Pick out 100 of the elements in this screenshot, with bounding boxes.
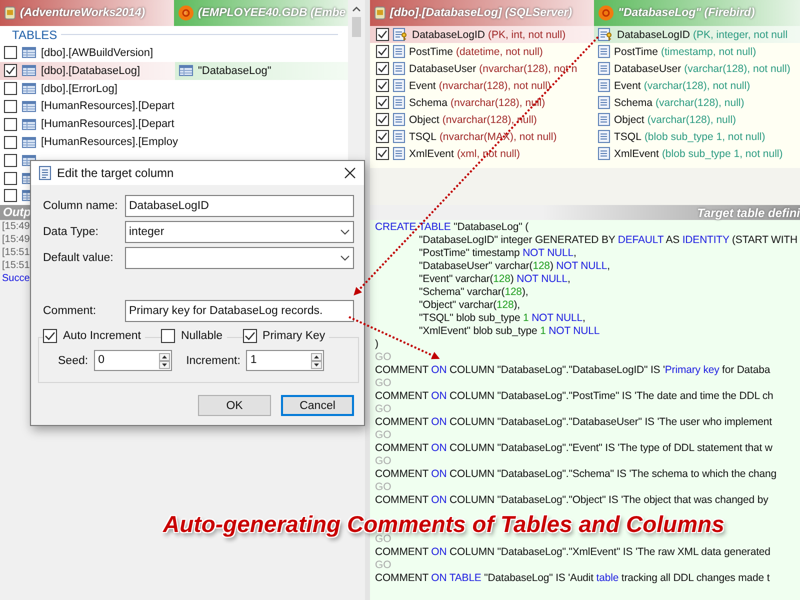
source-table-name[interactable]: [dbo].[ErrorLog] bbox=[41, 82, 118, 95]
checkbox[interactable] bbox=[376, 28, 389, 41]
code-line: "Object" varchar(128), bbox=[418, 299, 521, 312]
column-name[interactable]: Object bbox=[409, 114, 440, 126]
checkbox[interactable] bbox=[4, 100, 17, 113]
column-icon bbox=[598, 130, 610, 143]
column-name[interactable]: Schema bbox=[614, 96, 653, 108]
code-line: "XmlEvent" blob sub_type 1 NOT NULL bbox=[418, 325, 601, 338]
checkbox[interactable] bbox=[376, 113, 389, 126]
column-icon bbox=[393, 79, 405, 92]
code-line: "DatabaseLogID" integer GENERATED BY DEFAULT AS IDENTITY (START WITH bbox=[418, 234, 798, 247]
table-icon bbox=[22, 47, 36, 58]
column-type: (varchar(128), not null) bbox=[684, 62, 790, 74]
code-line: COMMENT ON COLUMN "DatabaseLog"."DatabaseUser" IS 'The user who implement bbox=[375, 416, 773, 429]
column-name[interactable]: DatabaseUser bbox=[409, 62, 476, 74]
column-icon bbox=[393, 147, 405, 160]
code-line: GO bbox=[375, 455, 392, 468]
ok-button[interactable]: OK bbox=[198, 395, 271, 416]
database-icon bbox=[374, 6, 386, 20]
column-name[interactable]: XmlEvent bbox=[614, 148, 659, 160]
column-icon bbox=[598, 62, 610, 75]
code-line: "Schema" varchar(128), bbox=[418, 286, 530, 299]
number-field[interactable]: 0 bbox=[94, 350, 172, 371]
column-name[interactable]: TSQL bbox=[409, 130, 436, 142]
dropdown-field[interactable] bbox=[125, 247, 354, 269]
column-name[interactable]: XmlEvent bbox=[409, 148, 454, 160]
code-line: CREATE TABLE "DatabaseLog" ( bbox=[375, 221, 530, 234]
checkbox[interactable] bbox=[376, 96, 389, 109]
source-table-name[interactable]: [HumanResources].[Depart bbox=[41, 100, 174, 112]
checkbox[interactable] bbox=[376, 62, 389, 75]
spin-down-icon[interactable] bbox=[311, 360, 322, 368]
checkbox[interactable] bbox=[242, 329, 257, 343]
code-line: GO bbox=[375, 403, 392, 416]
column-name[interactable]: Event bbox=[614, 80, 641, 92]
column-icon bbox=[393, 113, 405, 126]
dropdown-field[interactable]: integer bbox=[125, 221, 354, 243]
column-name[interactable]: PostTime bbox=[614, 46, 658, 58]
key-column-icon bbox=[598, 28, 613, 41]
checkbox[interactable] bbox=[376, 147, 389, 160]
checkbox[interactable] bbox=[160, 329, 175, 343]
checkbox[interactable] bbox=[376, 79, 389, 92]
column-name[interactable]: Object bbox=[614, 114, 644, 126]
checkbox[interactable] bbox=[376, 45, 389, 58]
chevron-down-icon bbox=[340, 229, 350, 235]
checkbox[interactable] bbox=[43, 329, 57, 343]
column-name[interactable]: DatabaseLogID bbox=[617, 28, 690, 40]
checkbox[interactable] bbox=[4, 118, 17, 131]
pane-header: [dbo].[DatabaseLog] (SQLServer) bbox=[370, 0, 594, 26]
column-name[interactable]: Event bbox=[409, 80, 436, 92]
column-icon bbox=[393, 62, 405, 75]
comment-field[interactable]: Primary key for DatabaseLog records. bbox=[125, 300, 354, 322]
column-icon bbox=[393, 96, 405, 109]
number-field[interactable]: 1 bbox=[246, 350, 324, 371]
text-field[interactable]: DatabaseLogID bbox=[125, 195, 354, 217]
column-icon bbox=[393, 45, 405, 58]
column-name[interactable]: PostTime bbox=[409, 46, 453, 58]
source-table-name[interactable]: [HumanResources].[Employ bbox=[41, 136, 178, 148]
checkbox[interactable] bbox=[4, 82, 17, 96]
round-logo-icon bbox=[178, 4, 194, 21]
database-icon bbox=[4, 6, 16, 20]
spin-up-icon[interactable] bbox=[159, 352, 170, 360]
scroll-up-icon[interactable] bbox=[352, 6, 361, 12]
code-line: COMMENT ON TABLE "DatabaseLog" IS 'Audit table tracking all DDL changes made t bbox=[375, 572, 771, 585]
column-icon bbox=[598, 96, 610, 109]
code-line: "Event" varchar(128) NOT NULL, bbox=[418, 273, 572, 286]
column-name[interactable]: DatabaseLogID bbox=[412, 28, 485, 40]
source-table-name[interactable]: [HumanResources].[Depart bbox=[41, 118, 174, 130]
checkbox[interactable] bbox=[4, 172, 17, 185]
checkbox[interactable] bbox=[4, 189, 17, 202]
checkbox[interactable] bbox=[4, 154, 17, 167]
log-line: [15:51 bbox=[1, 246, 30, 259]
cancel-button[interactable]: Cancel bbox=[281, 395, 354, 416]
code-line: GO bbox=[375, 429, 392, 442]
code-line: COMMENT ON COLUMN "DatabaseLog"."PostTime" IS 'The date and time the DDL ch bbox=[375, 390, 774, 403]
column-name[interactable]: TSQL bbox=[614, 130, 642, 142]
checkbox[interactable] bbox=[4, 46, 17, 60]
dialog-title: Edit the target column bbox=[57, 166, 175, 180]
column-name[interactable]: DatabaseUser bbox=[614, 62, 682, 74]
code-line: GO bbox=[375, 559, 392, 572]
code-panel-header: Target table defini bbox=[370, 205, 800, 220]
table-icon bbox=[22, 136, 36, 148]
code-line: COMMENT ON COLUMN "DatabaseLog"."Object" IS 'The object that was changed by bbox=[375, 494, 770, 507]
scrollbar-thumb[interactable] bbox=[352, 17, 361, 37]
column-icon bbox=[598, 45, 610, 58]
column-type: (blob sub_type 1, not null) bbox=[644, 130, 766, 142]
source-table-name[interactable]: [dbo].[AWBuildVersion] bbox=[41, 46, 154, 59]
column-icon bbox=[598, 79, 610, 92]
checkbox[interactable] bbox=[4, 64, 17, 78]
section-label: TABLES bbox=[12, 28, 58, 42]
spin-down-icon[interactable] bbox=[159, 360, 170, 368]
checkbox[interactable] bbox=[376, 130, 389, 143]
table-icon bbox=[179, 65, 193, 76]
close-icon[interactable] bbox=[344, 167, 356, 179]
column-type: (nvarchar(128), not null) bbox=[438, 80, 551, 92]
spin-up-icon[interactable] bbox=[311, 352, 322, 360]
log-line: [15:49 bbox=[1, 220, 30, 233]
column-name[interactable]: Schema bbox=[409, 96, 448, 108]
pane-header: (AdventureWorks2014) bbox=[0, 0, 174, 26]
checkbox[interactable] bbox=[4, 136, 17, 149]
column-type: (nvarchar(128), null) bbox=[442, 114, 537, 126]
